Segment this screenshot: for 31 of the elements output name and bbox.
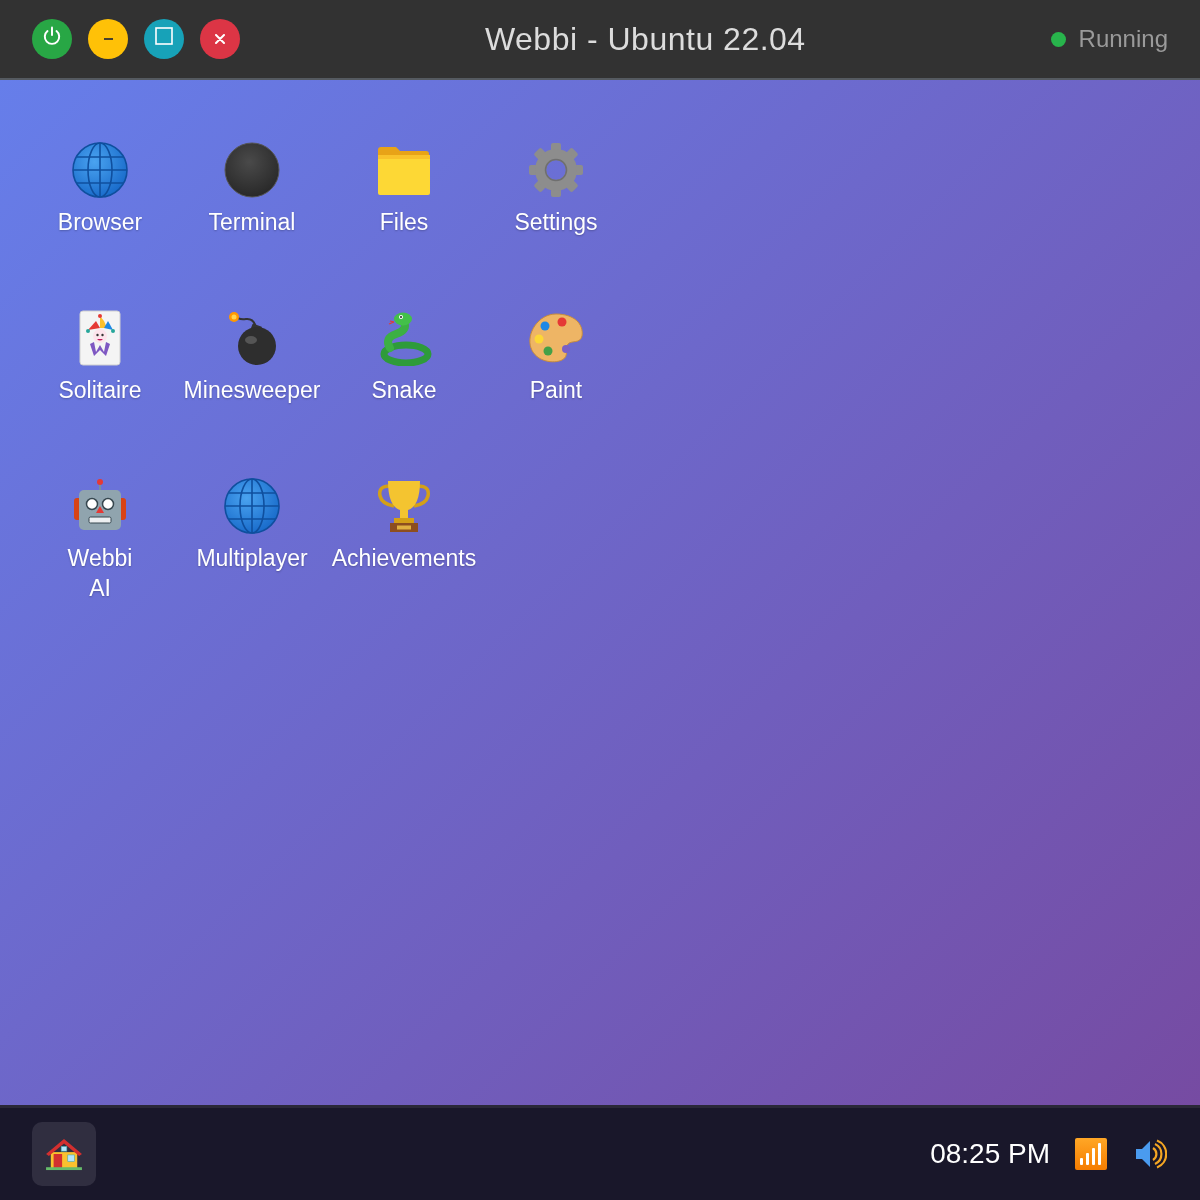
- palette-icon[interactable]: [528, 310, 584, 366]
- app-label[interactable]: Achievements: [331, 543, 477, 573]
- app-label[interactable]: Multiplayer: [196, 543, 308, 573]
- app-label[interactable]: Minesweeper: [183, 375, 321, 405]
- minimize-button[interactable]: [88, 19, 128, 59]
- window-title: Webbi - Ubuntu 22.04: [483, 20, 807, 58]
- app-label[interactable]: Settings: [514, 207, 598, 237]
- clock: 08:25 PM: [930, 1138, 1050, 1170]
- square-icon: [155, 26, 173, 45]
- app-label[interactable]: Browser: [57, 207, 143, 237]
- speaker-icon[interactable]: [1135, 1138, 1167, 1170]
- maximize-button[interactable]: [144, 19, 184, 59]
- close-button[interactable]: [200, 19, 240, 59]
- close-icon: [215, 34, 225, 44]
- home-button[interactable]: [32, 1122, 96, 1186]
- dark-circle-icon[interactable]: [224, 142, 280, 198]
- globe-icon[interactable]: [72, 142, 128, 198]
- app-label[interactable]: Solitaire: [58, 375, 142, 405]
- app-label[interactable]: Webbi AI: [67, 543, 133, 603]
- power-icon: [43, 26, 61, 46]
- app-label[interactable]: Snake: [371, 375, 437, 405]
- app-label[interactable]: Paint: [529, 375, 583, 405]
- app-label[interactable]: Terminal: [208, 207, 296, 237]
- house-icon: [45, 1137, 83, 1171]
- app-label[interactable]: Files: [379, 207, 429, 237]
- status-label: Running: [1078, 25, 1168, 53]
- power-button[interactable]: [32, 19, 72, 59]
- signal-bars-icon[interactable]: [1075, 1138, 1107, 1170]
- trophy-icon[interactable]: [376, 478, 432, 534]
- minus-icon: [103, 38, 113, 40]
- globe-icon[interactable]: [224, 478, 280, 534]
